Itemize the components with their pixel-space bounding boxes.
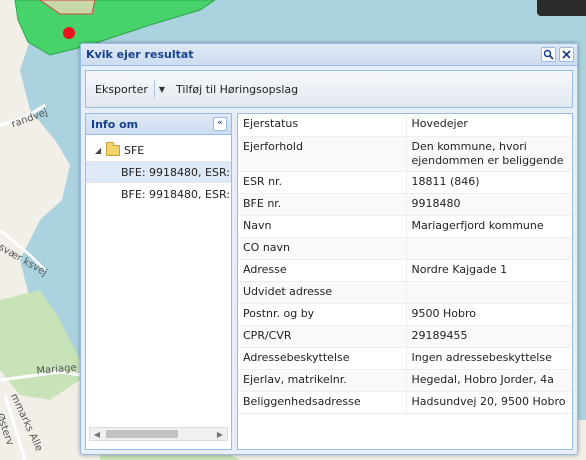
scrollbar-thumb[interactable] [106,430,178,438]
property-row[interactable]: Ejerforhold Den kommune, hvori ejendommen… [238,136,572,172]
property-row[interactable]: Udvidet adresse [238,281,572,304]
property-value [406,237,572,260]
property-value: Ingen adressebeskyttelse [406,347,572,370]
property-value: Nordre Kajgade 1 [406,259,572,282]
property-row[interactable]: Ejerlav, matrikelnr. Hegedal, Hobro Jorde… [238,369,572,392]
export-button[interactable]: Eksporter [92,77,151,101]
tree-leaf-label: BFE: 9918480, ESR: [121,165,230,179]
property-key: Beliggenhedsadresse [238,391,407,414]
property-key: Adressebeskyttelse [238,347,407,370]
property-value: Den kommune, hvori ejendommen er beligge… [406,136,572,172]
close-icon[interactable] [559,47,574,62]
info-panel: Info om « ◢ SFE BFE: 9918480, ESR: BFE: … [85,113,232,450]
tree-leaf-item[interactable]: BFE: 9918480, ESR: [86,161,231,183]
property-row[interactable]: Beliggenhedsadresse Hadsundvej 20, 9500 H… [238,391,572,414]
property-value: 18811 (846) [406,171,572,194]
dialog-title: Kvik ejer resultat [86,48,194,61]
property-key: Navn [238,215,407,238]
property-grid: Ejerstatus Hovedejer Ejerforhold Den kommun… [237,113,573,450]
horizontal-scrollbar[interactable]: ◀ ▶ [89,427,228,441]
info-panel-title: Info om [91,117,139,131]
property-value: Hegedal, Hobro Jorder, 4a [406,369,572,392]
property-key: Postnr. og by [238,303,407,326]
location-marker[interactable] [63,27,75,39]
tree-expand-icon[interactable]: ◢ [95,146,106,155]
result-tree: ◢ SFE BFE: 9918480, ESR: BFE: 9918480, E… [86,135,231,205]
toolbar: Eksporter ▼ Tilføj til Høringsopslag [85,70,573,108]
tree-node-label: SFE [124,143,145,157]
property-value: Hovedejer [406,114,572,137]
folder-icon [106,141,120,156]
property-key: Ejerforhold [238,136,407,172]
property-value: Hadsundvej 20, 9500 Hobro [406,391,572,414]
property-key: CPR/CVR [238,325,407,348]
property-row[interactable]: CPR/CVR 29189455 [238,325,572,348]
property-row[interactable]: Adresse Nordre Kajgade 1 [238,259,572,282]
magnifier-icon[interactable] [541,47,556,62]
property-key: Udvidet adresse [238,281,407,304]
property-row[interactable]: CO navn [238,237,572,260]
tree-leaf-label: BFE: 9918480, ESR: [121,187,230,201]
property-value: 29189455 [406,325,572,348]
tree-node-sfe[interactable]: ◢ SFE [86,139,231,161]
property-key: Ejerlav, matrikelnr. [238,369,407,392]
toolbar-split-divider [153,80,155,98]
property-row[interactable]: BFE nr. 9918480 [238,193,572,216]
scroll-right-icon[interactable]: ▶ [213,430,227,439]
collapse-left-icon[interactable]: « [213,117,227,131]
dialog-header[interactable]: Kvik ejer resultat [81,44,577,66]
property-row[interactable]: Postnr. og by 9500 Hobro [238,303,572,326]
tree-leaf-item[interactable]: BFE: 9918480, ESR: [86,183,231,205]
property-row[interactable]: ESR nr. 18811 (846) [238,171,572,194]
property-key: ESR nr. [238,171,407,194]
result-panels: Info om « ◢ SFE BFE: 9918480, ESR: BFE: … [85,113,573,450]
property-row[interactable]: Ejerstatus Hovedejer [238,114,572,137]
scroll-left-icon[interactable]: ◀ [90,430,104,439]
property-key: CO navn [238,237,407,260]
chevron-down-icon[interactable]: ▼ [159,85,165,94]
property-value: Mariagerfjord kommune [406,215,572,238]
property-row[interactable]: Adressebeskyttelse Ingen adressebeskyttel… [238,347,572,370]
owner-result-dialog: Kvik ejer resultat Eksporter ▼ Tilføj ti… [80,43,578,455]
property-value: 9500 Hobro [406,303,572,326]
scrollbar-track[interactable] [104,428,213,440]
info-panel-header: Info om « [86,114,231,135]
property-key: Adresse [238,259,407,282]
property-key: BFE nr. [238,193,407,216]
dialog-body: Eksporter ▼ Tilføj til Høringsopslag Inf… [85,70,573,450]
property-value: 9918480 [406,193,572,216]
property-key: Ejerstatus [238,114,407,137]
add-to-hearing-button[interactable]: Tilføj til Høringsopslag [173,77,301,101]
property-value [406,281,572,304]
map-control-button[interactable] [537,0,586,16]
property-table: Ejerstatus Hovedejer Ejerforhold Den kommun… [238,114,572,414]
property-row[interactable]: Navn Mariagerfjord kommune [238,215,572,238]
